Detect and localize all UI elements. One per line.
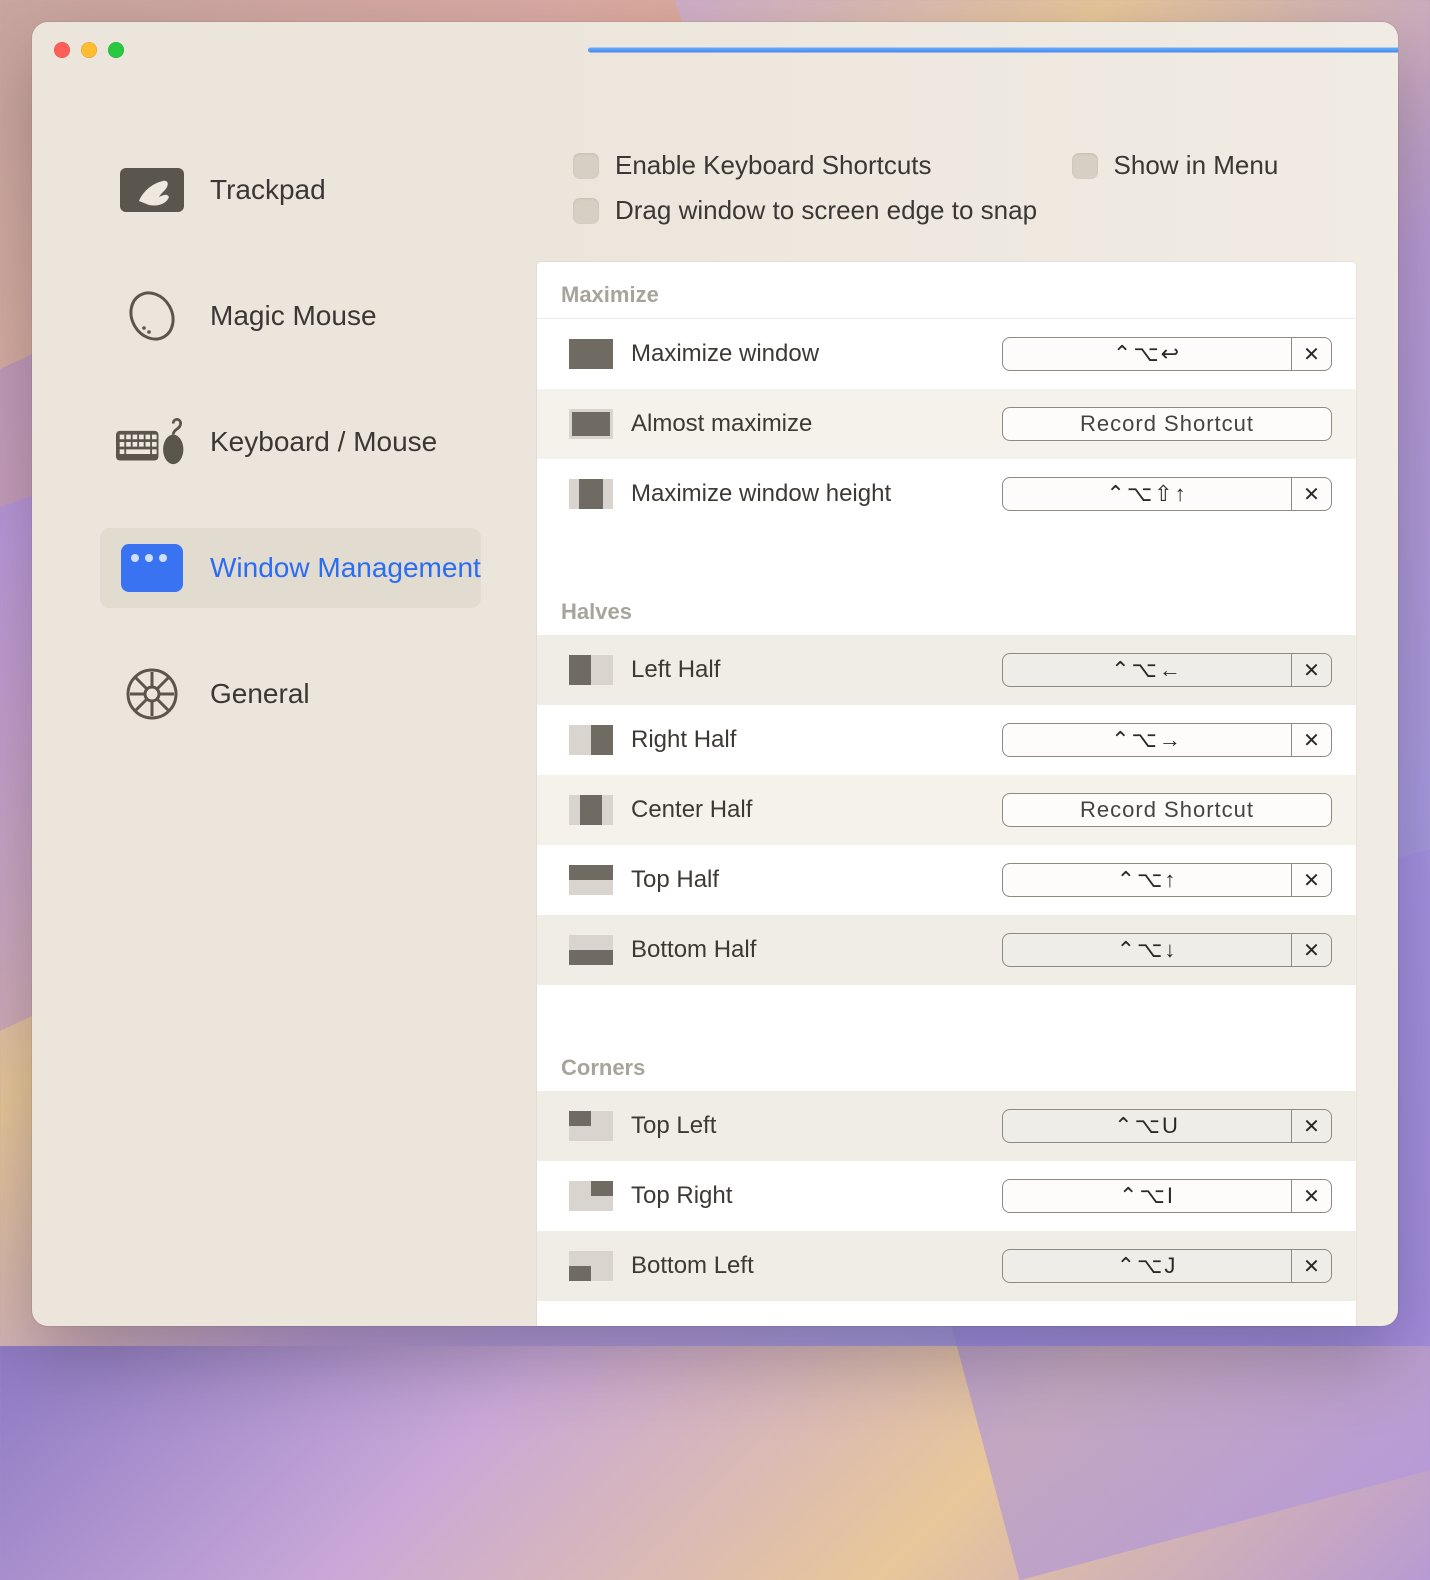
window-traffic-lights	[54, 42, 124, 58]
layout-preview-icon	[569, 1251, 613, 1281]
shortcuts-panel[interactable]: Maximize Maximize window ⌃⌥↩ ✕ Almost ma…	[537, 262, 1356, 1326]
sidebar-item-label: Window Management	[210, 552, 481, 584]
sidebar-item-general[interactable]: General	[100, 654, 481, 734]
shortcut-field[interactable]: Record Shortcut	[1002, 407, 1332, 441]
toggle-label: Drag window to screen edge to snap	[615, 195, 1037, 226]
section-header-maximize: Maximize	[537, 262, 1356, 319]
sidebar-item-window-management[interactable]: Window Management	[100, 528, 481, 608]
gear-icon	[116, 668, 188, 720]
shortcut-field[interactable]: ⌃⌥↓	[1002, 933, 1292, 967]
shortcut-row: Maximize window ⌃⌥↩ ✕	[537, 319, 1356, 389]
shortcut-row: Top Left ⌃⌥U ✕	[537, 1091, 1356, 1161]
layout-preview-icon	[569, 1181, 613, 1211]
shortcut-label: Left Half	[631, 656, 984, 684]
window-management-icon	[116, 542, 188, 594]
toggle-label: Enable Keyboard Shortcuts	[615, 150, 932, 181]
sidebar-item-label: Keyboard / Mouse	[210, 426, 437, 458]
shortcut-label: Maximize window height	[631, 480, 984, 508]
toggle-label: Show in Menu	[1114, 150, 1279, 181]
clear-shortcut-button[interactable]: ✕	[1292, 863, 1332, 897]
options-row: Enable Keyboard Shortcuts Show in Menu D…	[537, 150, 1356, 262]
checkbox-icon	[1072, 153, 1098, 179]
window-close-button[interactable]	[54, 42, 70, 58]
clear-shortcut-button[interactable]: ✕	[1292, 653, 1332, 687]
checkbox-icon	[573, 198, 599, 224]
layout-preview-icon	[569, 865, 613, 895]
shortcut-label: Top Half	[631, 866, 984, 894]
shortcut-label: Right Half	[631, 726, 984, 754]
clear-shortcut-button[interactable]: ✕	[1292, 1109, 1332, 1143]
clear-shortcut-button[interactable]: ✕	[1292, 723, 1332, 757]
shortcut-label: Bottom Half	[631, 936, 984, 964]
shortcut-label: Bottom Left	[631, 1252, 984, 1280]
shortcut-field[interactable]: ⌃⌥I	[1002, 1179, 1292, 1213]
section-header-corners: Corners	[537, 1035, 1356, 1091]
sidebar-item-magic-mouse[interactable]: Magic Mouse	[100, 276, 481, 356]
shortcut-row: Top Half ⌃⌥↑ ✕	[537, 845, 1356, 915]
clear-shortcut-button[interactable]: ✕	[1292, 933, 1332, 967]
layout-preview-icon	[569, 655, 613, 685]
clear-shortcut-button[interactable]: ✕	[1292, 1179, 1332, 1213]
window-minimize-button[interactable]	[81, 42, 97, 58]
main-content: Enable Keyboard Shortcuts Show in Menu D…	[537, 78, 1398, 1326]
layout-preview-icon	[569, 935, 613, 965]
shortcut-label: Maximize window	[631, 340, 984, 368]
window-titlebar	[32, 22, 1398, 78]
shortcut-field[interactable]: Record Shortcut	[1002, 793, 1332, 827]
sidebar-item-label: Magic Mouse	[210, 300, 377, 332]
window-zoom-button[interactable]	[108, 42, 124, 58]
sidebar: Trackpad Magic Mouse	[32, 78, 537, 1326]
layout-preview-icon	[569, 795, 613, 825]
toggle-enable-shortcuts[interactable]: Enable Keyboard Shortcuts	[573, 150, 932, 181]
shortcut-row: Maximize window height ⌃⌥⇧↑ ✕	[537, 459, 1356, 529]
clear-shortcut-button[interactable]: ✕	[1292, 337, 1332, 371]
shortcut-label: Almost maximize	[631, 410, 984, 438]
section-header-halves: Halves	[537, 579, 1356, 635]
keyboard-mouse-icon	[116, 416, 188, 468]
layout-preview-icon	[569, 339, 613, 369]
shortcut-field[interactable]: ⌃⌥↩	[1002, 337, 1292, 371]
sidebar-item-label: General	[210, 678, 310, 710]
layout-preview-icon	[569, 479, 613, 509]
clear-shortcut-button[interactable]: ✕	[1292, 477, 1332, 511]
trackpad-icon	[116, 164, 188, 216]
shortcut-row: Top Right ⌃⌥I ✕	[537, 1161, 1356, 1231]
shortcut-field[interactable]: ⌃⌥→	[1002, 723, 1292, 757]
shortcut-row: Almost maximize Record Shortcut	[537, 389, 1356, 459]
sidebar-item-trackpad[interactable]: Trackpad	[100, 150, 481, 230]
sidebar-item-keyboard-mouse[interactable]: Keyboard / Mouse	[100, 402, 481, 482]
shortcut-row: Bottom Left ⌃⌥J ✕	[537, 1231, 1356, 1301]
layout-preview-icon	[569, 409, 613, 439]
shortcut-field[interactable]: ⌃⌥J	[1002, 1249, 1292, 1283]
shortcut-row: Center Half Record Shortcut	[537, 775, 1356, 845]
checkbox-icon	[573, 153, 599, 179]
sidebar-item-label: Trackpad	[210, 174, 326, 206]
shortcut-row: Bottom Half ⌃⌥↓ ✕	[537, 915, 1356, 985]
layout-preview-icon	[569, 1111, 613, 1141]
shortcut-label: Top Left	[631, 1112, 984, 1140]
preferences-window: Trackpad Magic Mouse	[32, 22, 1398, 1326]
shortcut-row: Left Half ⌃⌥← ✕	[537, 635, 1356, 705]
clear-shortcut-button[interactable]: ✕	[1292, 1249, 1332, 1283]
shortcut-field[interactable]: ⌃⌥⇧↑	[1002, 477, 1292, 511]
shortcut-label: Top Right	[631, 1182, 984, 1210]
shortcut-field[interactable]: ⌃⌥←	[1002, 653, 1292, 687]
shortcut-label: Center Half	[631, 796, 984, 824]
shortcut-field[interactable]: ⌃⌥U	[1002, 1109, 1292, 1143]
layout-preview-icon	[569, 725, 613, 755]
magic-mouse-icon	[116, 290, 188, 342]
shortcut-row: Right Half ⌃⌥→ ✕	[537, 705, 1356, 775]
toggle-show-in-menu[interactable]: Show in Menu	[1072, 150, 1279, 181]
toggle-drag-snap[interactable]: Drag window to screen edge to snap	[573, 195, 1356, 226]
shortcut-field[interactable]: ⌃⌥↑	[1002, 863, 1292, 897]
